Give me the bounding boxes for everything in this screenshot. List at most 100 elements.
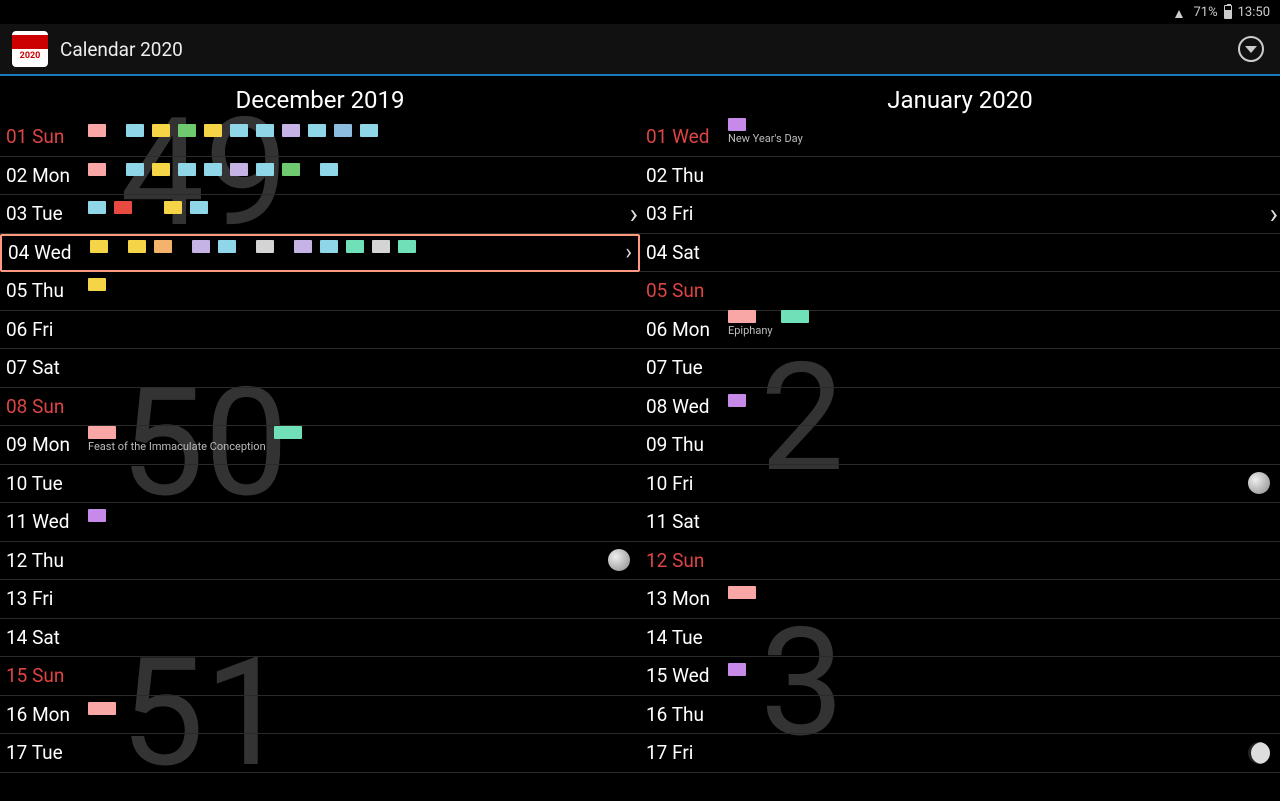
event-chip[interactable] (178, 163, 196, 176)
event-chip[interactable] (128, 240, 146, 253)
event-chip[interactable] (360, 124, 378, 137)
event-chip[interactable] (88, 201, 106, 214)
day-label: 02 Mon (6, 164, 88, 187)
day-row[interactable]: 01 Sun (0, 118, 640, 157)
event-chip[interactable] (274, 426, 302, 439)
day-row[interactable]: 06 MonEpiphany (640, 311, 1280, 350)
event-chip[interactable] (152, 163, 170, 176)
event-chip[interactable] (154, 240, 172, 253)
event-chip[interactable] (728, 394, 746, 407)
event-chip[interactable] (126, 124, 144, 137)
event-chip[interactable] (334, 124, 352, 137)
day-row[interactable]: 02 Mon (0, 157, 640, 196)
event-chip[interactable] (230, 163, 248, 176)
day-row[interactable]: 17 Tue (0, 734, 640, 773)
event-chip[interactable] (190, 201, 208, 214)
day-row[interactable]: 11 Sat (640, 503, 1280, 542)
event-chip[interactable] (781, 310, 809, 323)
day-row[interactable]: 10 Fri (640, 465, 1280, 504)
day-label: 17 Fri (646, 741, 728, 764)
day-row[interactable]: 15 Sun (0, 657, 640, 696)
day-row[interactable]: 17 Fri (640, 734, 1280, 773)
day-row[interactable]: 07 Tue (640, 349, 1280, 388)
day-label: 08 Sun (6, 395, 88, 418)
day-row[interactable]: 03 Tue› (0, 195, 640, 234)
event-chip[interactable] (372, 240, 390, 253)
day-row[interactable]: 09 MonFeast of the Immaculate Conception (0, 426, 640, 465)
event-chip[interactable] (346, 240, 364, 253)
event-chip[interactable] (192, 240, 210, 253)
event-chip[interactable] (282, 124, 300, 137)
month-column: December 201949505101 Sun02 Mon03 Tue›04… (0, 78, 640, 800)
event-chip[interactable] (320, 240, 338, 253)
event-chip[interactable] (88, 509, 106, 522)
chevron-right-icon[interactable]: › (630, 197, 638, 230)
day-row[interactable]: 02 Thu (640, 157, 1280, 196)
day-row[interactable]: 12 Sun (640, 542, 1280, 581)
event-chip[interactable] (728, 663, 746, 676)
day-row[interactable]: 05 Sun (640, 272, 1280, 311)
day-row[interactable]: 04 Sat (640, 234, 1280, 273)
event-chip[interactable] (256, 240, 274, 253)
day-label: 12 Thu (6, 549, 88, 572)
event-chip[interactable] (728, 118, 746, 131)
event-chip[interactable] (398, 240, 416, 253)
event-chip[interactable] (218, 240, 236, 253)
day-row[interactable]: 08 Wed (640, 388, 1280, 427)
event-chip[interactable] (294, 240, 312, 253)
day-row[interactable]: 13 Mon (640, 580, 1280, 619)
day-row[interactable]: 16 Thu (640, 696, 1280, 735)
event-chip[interactable] (88, 124, 106, 137)
event-chip[interactable] (88, 426, 116, 439)
event-chip[interactable] (204, 124, 222, 137)
event-chip[interactable] (178, 124, 196, 137)
day-row[interactable]: 15 Wed (640, 657, 1280, 696)
day-row[interactable]: 13 Fri (0, 580, 640, 619)
day-label: 03 Fri (646, 202, 728, 225)
event-chip[interactable] (256, 163, 274, 176)
chevron-right-icon[interactable]: › (625, 240, 632, 265)
day-row[interactable]: 12 Thu (0, 542, 640, 581)
event-chip[interactable] (230, 124, 248, 137)
event-chip[interactable] (152, 124, 170, 137)
event-chip[interactable] (256, 124, 274, 137)
app-icon[interactable]: 2020 (12, 31, 48, 67)
day-row[interactable]: 06 Fri (0, 311, 640, 350)
month-column: January 20202301 WedNew Year's Day02 Thu… (640, 78, 1280, 800)
event-chip[interactable] (88, 702, 116, 715)
event-chip[interactable] (90, 240, 108, 253)
event-chip[interactable] (320, 163, 338, 176)
day-row[interactable]: 05 Thu (0, 272, 640, 311)
event-chip[interactable] (728, 310, 756, 323)
month-title: December 2019 (0, 78, 640, 118)
months-container: December 201949505101 Sun02 Mon03 Tue›04… (0, 78, 1280, 800)
day-row[interactable]: 14 Sat (0, 619, 640, 658)
chevron-right-icon[interactable]: › (1270, 197, 1278, 230)
day-label: 08 Wed (646, 395, 728, 418)
day-label: 04 Sat (646, 241, 728, 264)
day-row[interactable]: 04 Wed› (0, 234, 640, 273)
event-chip[interactable] (114, 201, 132, 214)
event-chips (728, 586, 756, 599)
day-row[interactable]: 14 Tue (640, 619, 1280, 658)
day-row[interactable]: 09 Thu (640, 426, 1280, 465)
event-chip[interactable] (308, 124, 326, 137)
event-chip[interactable] (164, 201, 182, 214)
event-chips (88, 163, 338, 176)
day-label: 11 Wed (6, 510, 88, 533)
event-chips (88, 124, 378, 137)
day-row[interactable]: 11 Wed (0, 503, 640, 542)
event-chip[interactable] (88, 278, 106, 291)
day-row[interactable]: 08 Sun (0, 388, 640, 427)
event-chip[interactable] (88, 163, 106, 176)
dropdown-icon[interactable] (1238, 36, 1264, 62)
day-row[interactable]: 07 Sat (0, 349, 640, 388)
day-row[interactable]: 16 Mon (0, 696, 640, 735)
event-chip[interactable] (282, 163, 300, 176)
event-chip[interactable] (728, 586, 756, 599)
event-chip[interactable] (126, 163, 144, 176)
event-chip[interactable] (204, 163, 222, 176)
day-row[interactable]: 01 WedNew Year's Day (640, 118, 1280, 157)
day-row[interactable]: 10 Tue (0, 465, 640, 504)
day-row[interactable]: 03 Fri › (640, 195, 1280, 234)
